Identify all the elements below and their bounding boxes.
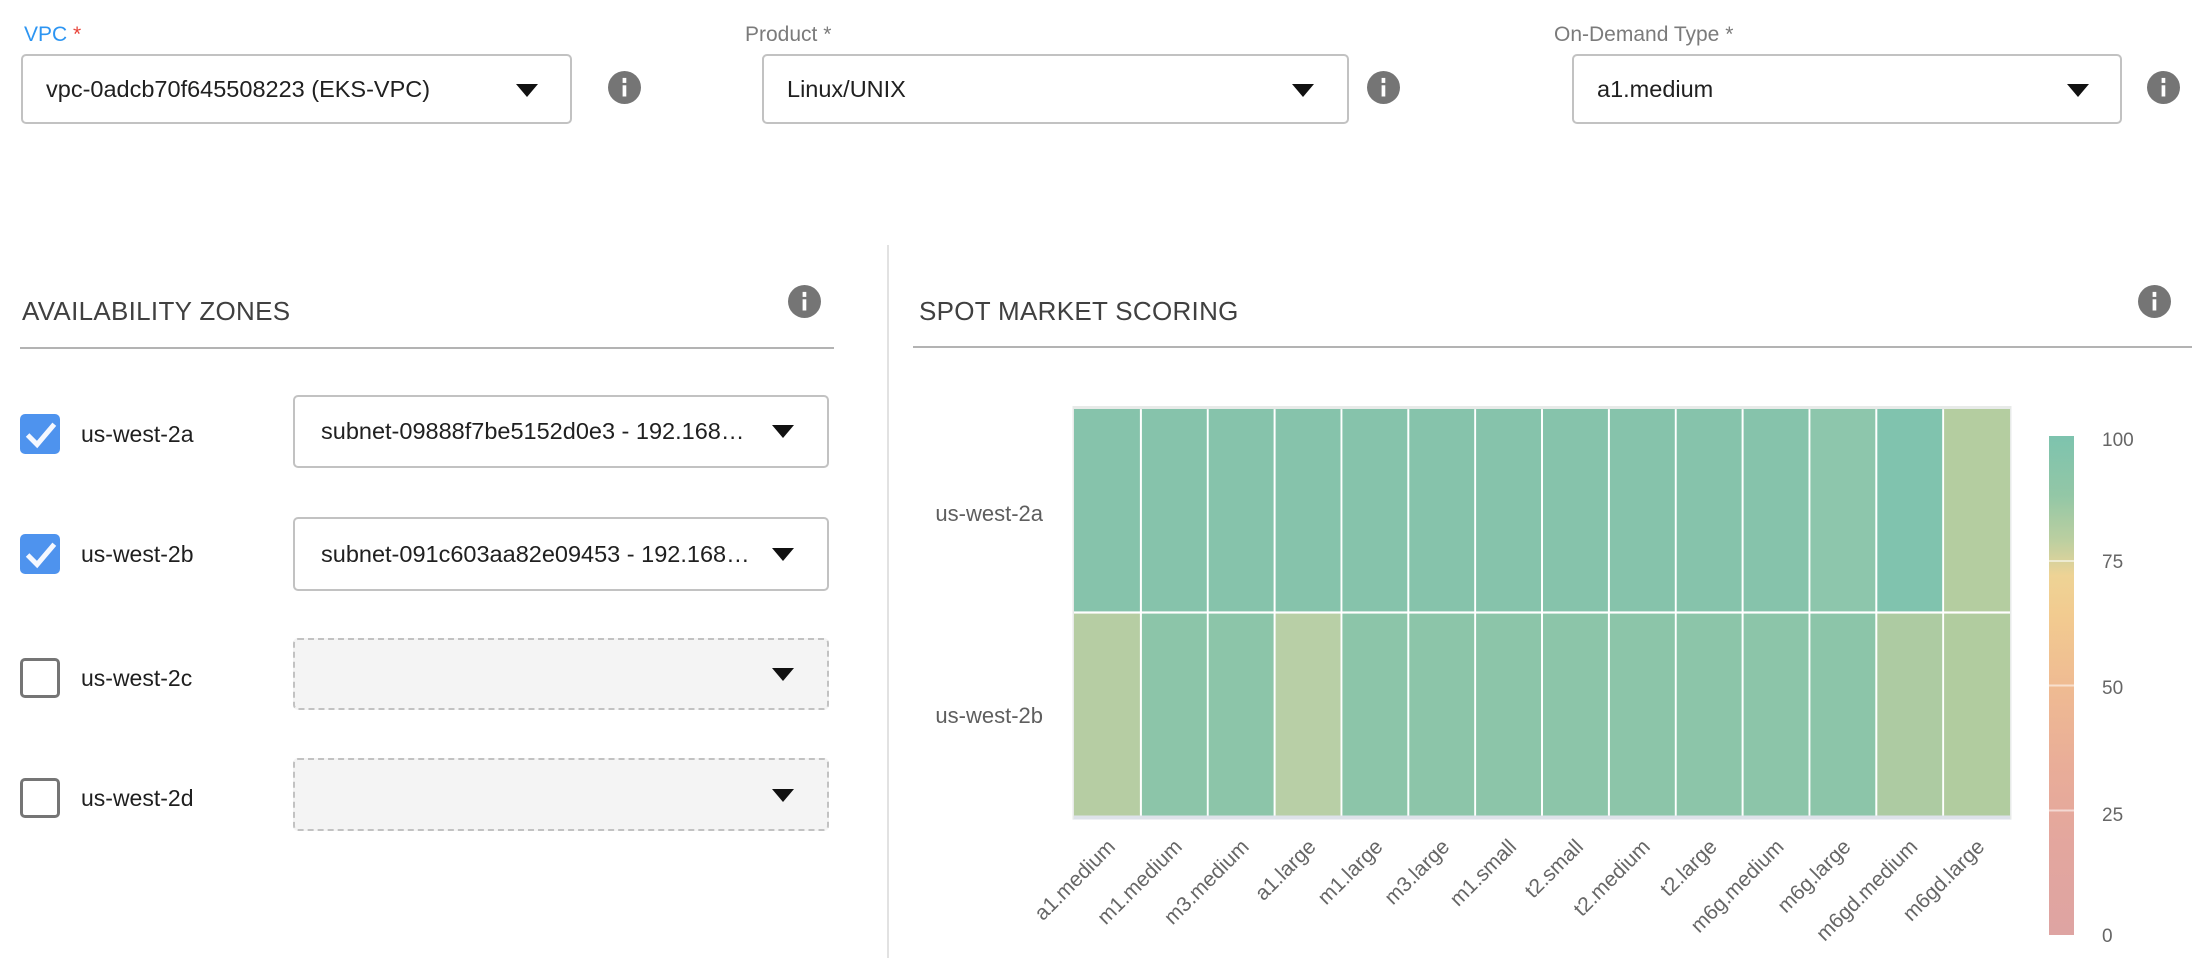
svg-text:t2.small: t2.small	[1521, 835, 1588, 902]
svg-text:t2.large: t2.large	[1656, 835, 1722, 901]
svg-text:us-west-2a: us-west-2a	[935, 501, 1043, 526]
svg-text:a1.large: a1.large	[1251, 835, 1321, 905]
svg-text:m3.large: m3.large	[1380, 835, 1454, 909]
svg-text:100: 100	[2102, 430, 2134, 451]
svg-text:75: 75	[2102, 552, 2123, 573]
svg-text:0: 0	[2102, 926, 2113, 947]
svg-text:m1.small: m1.small	[1445, 835, 1521, 911]
svg-text:us-west-2b: us-west-2b	[935, 703, 1043, 728]
svg-text:25: 25	[2102, 805, 2123, 826]
svg-text:m1.large: m1.large	[1313, 835, 1387, 909]
svg-text:50: 50	[2102, 678, 2123, 699]
